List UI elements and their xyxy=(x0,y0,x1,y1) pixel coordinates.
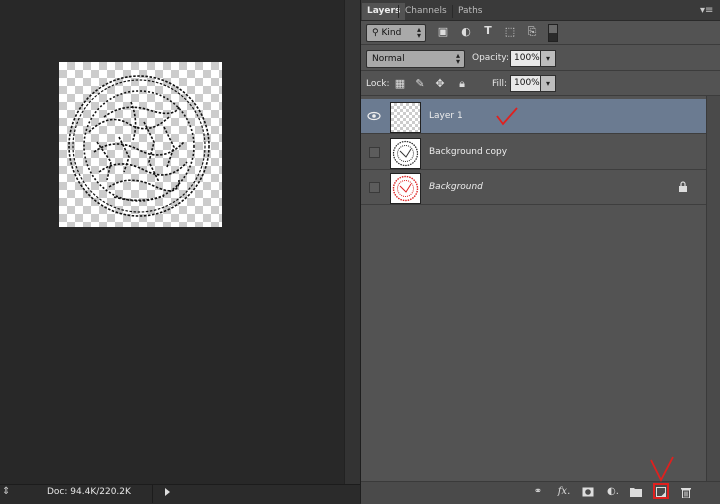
divider xyxy=(361,95,720,96)
adjustment-layer-icon[interactable]: ◐. xyxy=(605,484,621,500)
delete-layer-icon[interactable] xyxy=(678,484,694,500)
dropdown-arrows-icon: ▴ ▾ xyxy=(455,51,460,66)
layer-row-background[interactable]: Background xyxy=(361,170,706,204)
layer-name[interactable]: Background copy xyxy=(429,147,507,157)
red-check-annotation xyxy=(496,107,518,126)
zoom-icon[interactable]: ⇕ xyxy=(2,486,10,497)
pixel-filter-icon[interactable]: ▣ xyxy=(436,25,450,38)
kind-filter-label: Kind xyxy=(381,28,402,38)
layer-name[interactable]: Layer 1 xyxy=(429,111,463,121)
lock-label: Lock: xyxy=(366,79,390,89)
kind-filter-dropdown[interactable]: ⚲ Kind ▴ ▾ xyxy=(366,24,426,42)
document-canvas[interactable] xyxy=(59,62,222,227)
smart-object-filter-icon[interactable]: ⎘ xyxy=(525,25,539,39)
fill-slider-arrow-icon[interactable]: ▾ xyxy=(540,75,556,92)
visibility-eye-icon[interactable] xyxy=(367,109,381,123)
layer-lock-icon xyxy=(678,181,688,195)
filter-toggle-icon[interactable] xyxy=(548,24,558,42)
link-layers-icon[interactable]: ⚭ xyxy=(530,484,546,500)
fill-label: Fill: xyxy=(492,79,508,89)
divider xyxy=(361,70,720,71)
new-group-icon[interactable] xyxy=(628,484,644,500)
blend-mode-dropdown[interactable]: Normal ▴ ▾ xyxy=(366,50,465,68)
blend-mode-value: Normal xyxy=(372,54,405,64)
fill-input[interactable]: 100% xyxy=(510,75,541,92)
shape-filter-icon[interactable]: ⬚ xyxy=(503,25,517,38)
layer-thumbnail xyxy=(390,102,421,133)
visibility-toggle-off[interactable] xyxy=(369,182,380,193)
lock-transparent-icon[interactable]: ▦ xyxy=(393,77,407,90)
adjustment-filter-icon[interactable]: ◐ xyxy=(459,25,473,38)
layer-thumbnail xyxy=(390,138,421,169)
layer-name[interactable]: Background xyxy=(429,182,483,192)
visibility-toggle-off[interactable] xyxy=(369,147,380,158)
dropdown-arrows-icon: ▴ ▾ xyxy=(416,25,421,40)
add-mask-icon[interactable] xyxy=(580,484,596,500)
lock-image-icon[interactable]: ✎ xyxy=(413,77,427,90)
status-menu-arrow-icon[interactable] xyxy=(165,488,170,496)
lock-position-icon[interactable]: ✥ xyxy=(433,77,447,90)
layer-divider xyxy=(361,133,706,134)
opacity-input[interactable]: 100% xyxy=(510,50,541,67)
divider xyxy=(361,44,720,45)
tab-channels[interactable]: Channels xyxy=(400,3,452,20)
stamp-artwork xyxy=(68,75,210,217)
status-divider xyxy=(152,484,153,503)
layer-row-background-copy[interactable]: Background copy xyxy=(361,135,706,169)
search-icon: ⚲ xyxy=(372,28,379,38)
layer-divider xyxy=(361,204,706,205)
doc-size-info: Doc: 94.4K/220.2K xyxy=(47,487,131,497)
opacity-label: Opacity: xyxy=(472,53,509,63)
layer-thumbnail xyxy=(390,173,421,204)
type-filter-icon[interactable]: T xyxy=(481,24,495,37)
panel-menu-icon[interactable]: ▾≡ xyxy=(700,5,713,16)
layers-scrollbar[interactable] xyxy=(706,96,720,481)
tab-paths[interactable]: Paths xyxy=(453,3,487,20)
canvas-scroll-gutter xyxy=(344,0,361,484)
fx-icon[interactable]: fx. xyxy=(556,484,572,500)
layer-row-layer-1[interactable]: Layer 1 xyxy=(361,99,706,133)
red-check-annotation xyxy=(650,456,674,482)
opacity-slider-arrow-icon[interactable]: ▾ xyxy=(540,50,556,67)
tab-divider xyxy=(398,5,399,18)
lock-all-icon[interactable]: 🔒︎ xyxy=(455,77,469,91)
new-layer-icon[interactable] xyxy=(653,484,669,500)
